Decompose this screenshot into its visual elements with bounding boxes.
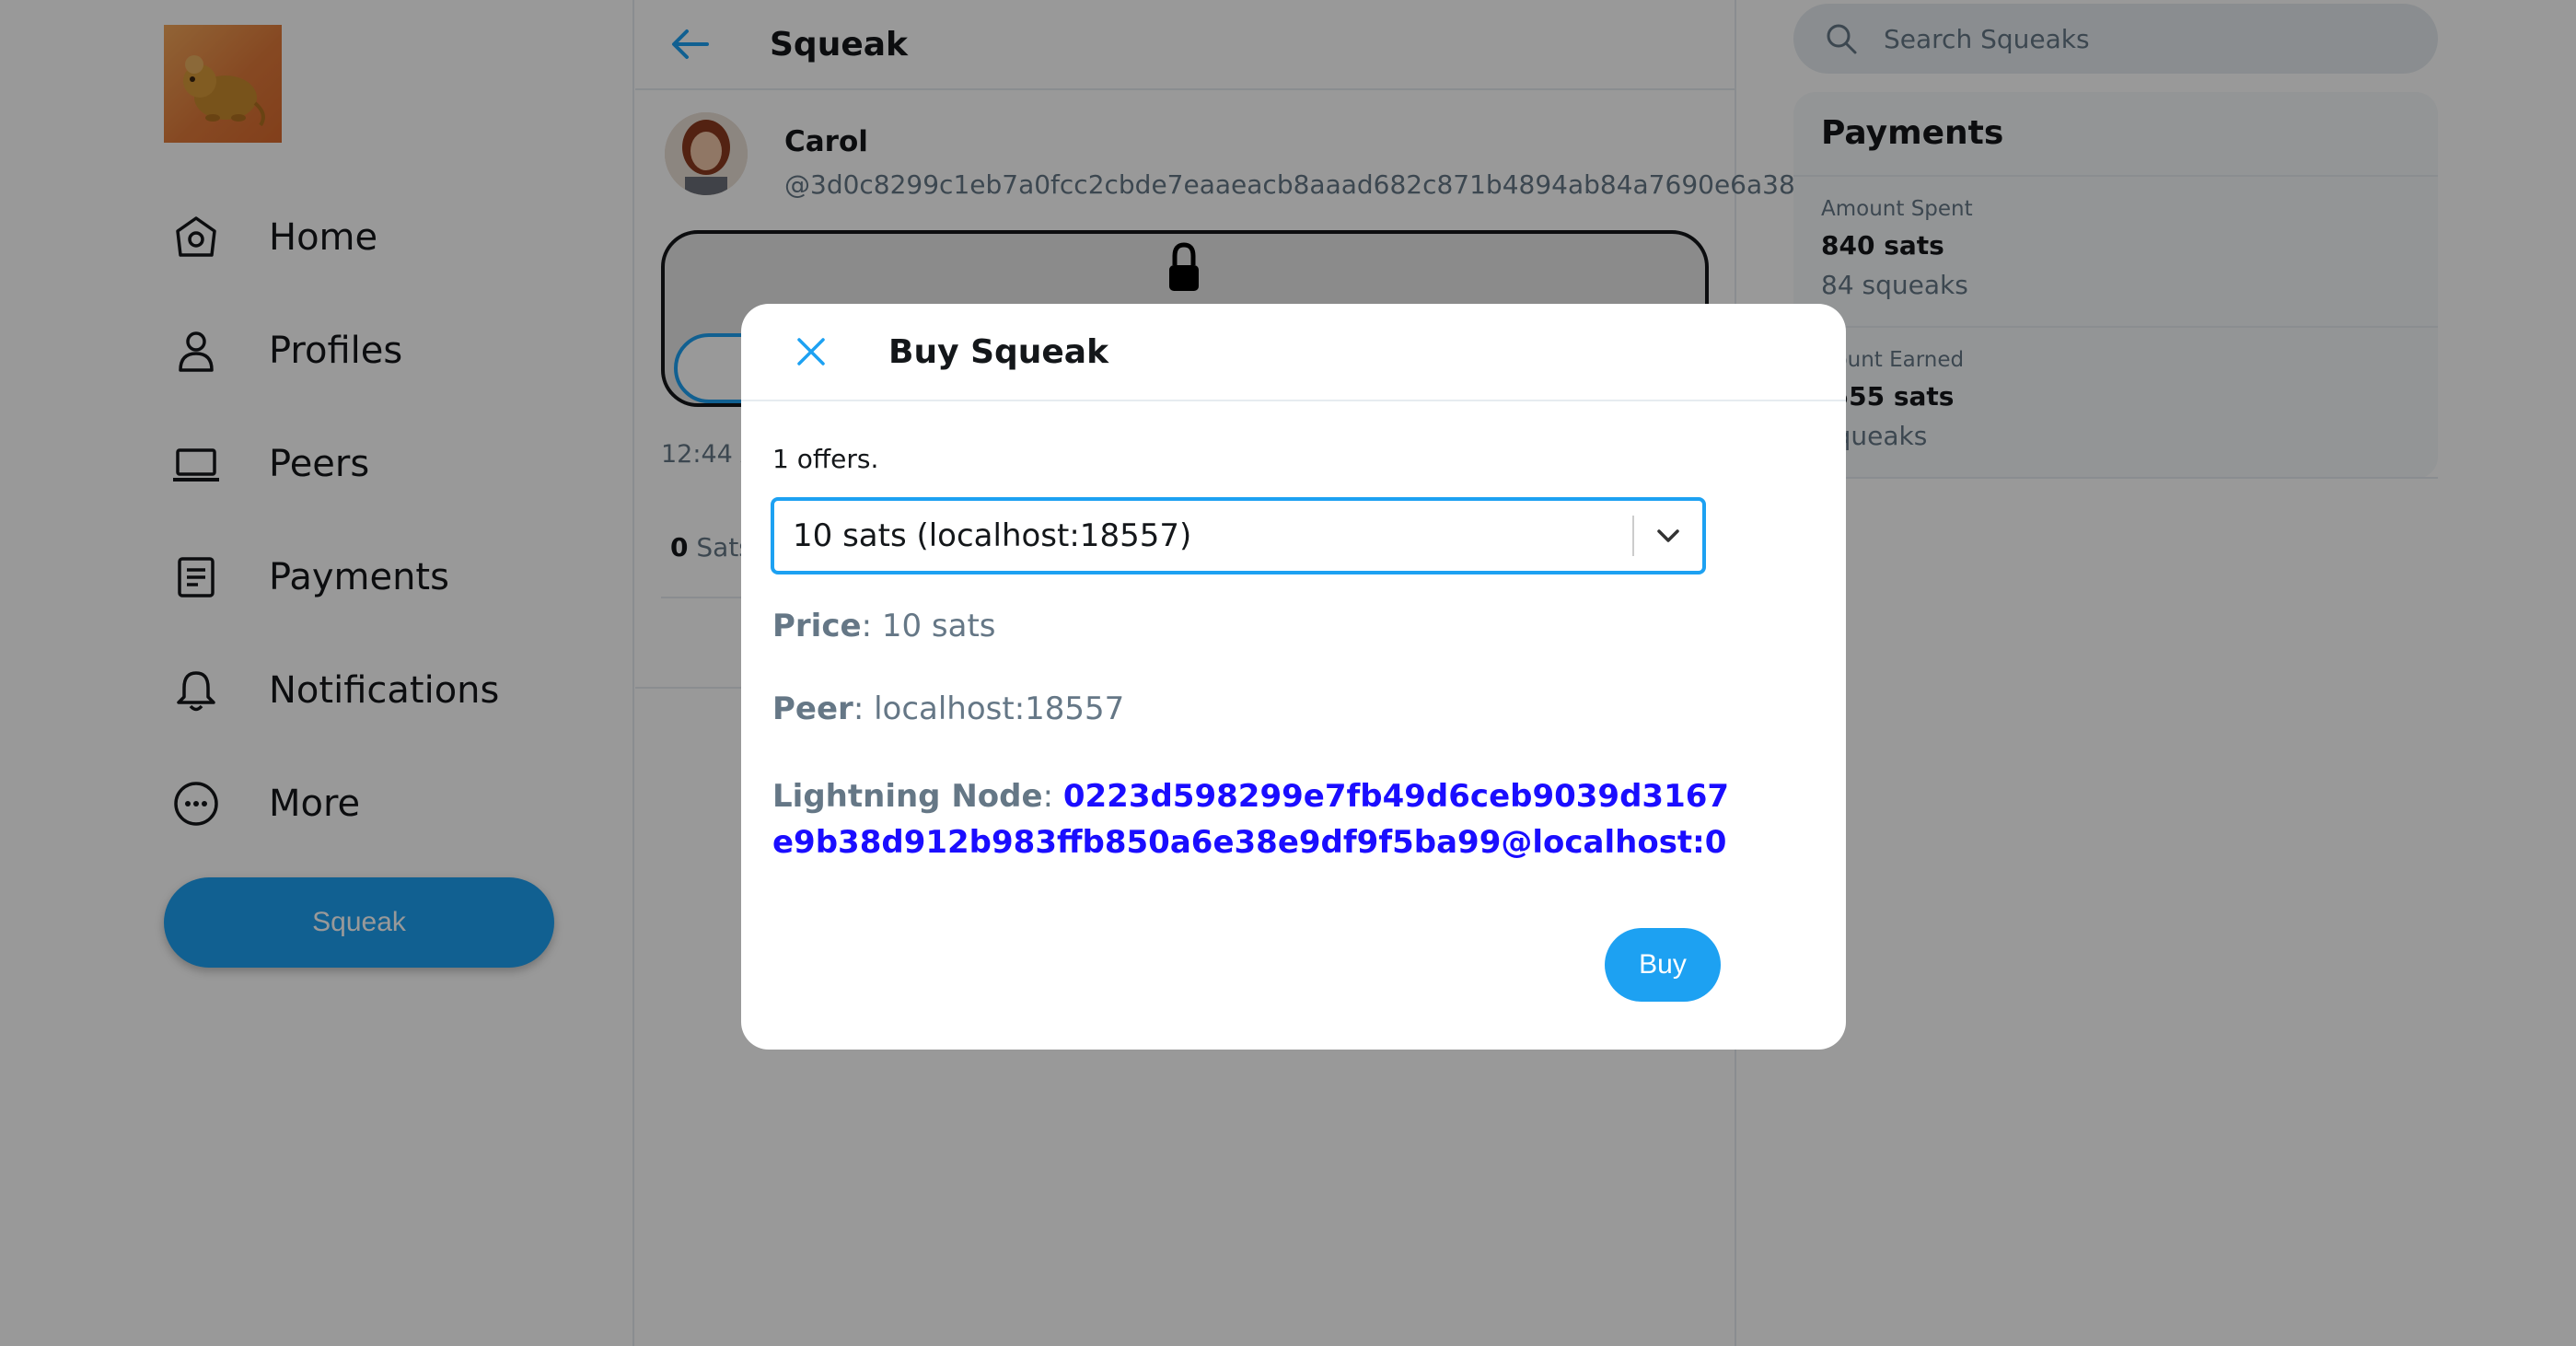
buy-squeak-dialog: Buy Squeak 1 offers. 10 sats (localhost:… <box>741 304 1846 1050</box>
dialog-header: Buy Squeak <box>741 304 1846 401</box>
peer-field: Peer: localhost:18557 <box>772 690 1125 727</box>
offer-select[interactable]: 10 sats (localhost:18557) <box>771 497 1706 574</box>
offer-select-value: 10 sats (localhost:18557) <box>793 517 1192 554</box>
price-field: Price: 10 sats <box>772 608 996 644</box>
chevron-down-icon[interactable] <box>1634 508 1702 563</box>
offers-count: 1 offers. <box>772 444 879 474</box>
peer-value: localhost:18557 <box>874 690 1125 727</box>
node-label: Lightning Node <box>772 778 1043 815</box>
close-icon[interactable] <box>783 324 839 379</box>
price-value: 10 sats <box>881 608 996 644</box>
buy-button[interactable]: Buy <box>1605 928 1721 1002</box>
dialog-title: Buy Squeak <box>888 332 1109 371</box>
price-label: Price <box>772 608 862 644</box>
lightning-node-field: Lightning Node: 0223d598299e7fb49d6ceb90… <box>772 778 1730 861</box>
peer-label: Peer <box>772 690 853 727</box>
